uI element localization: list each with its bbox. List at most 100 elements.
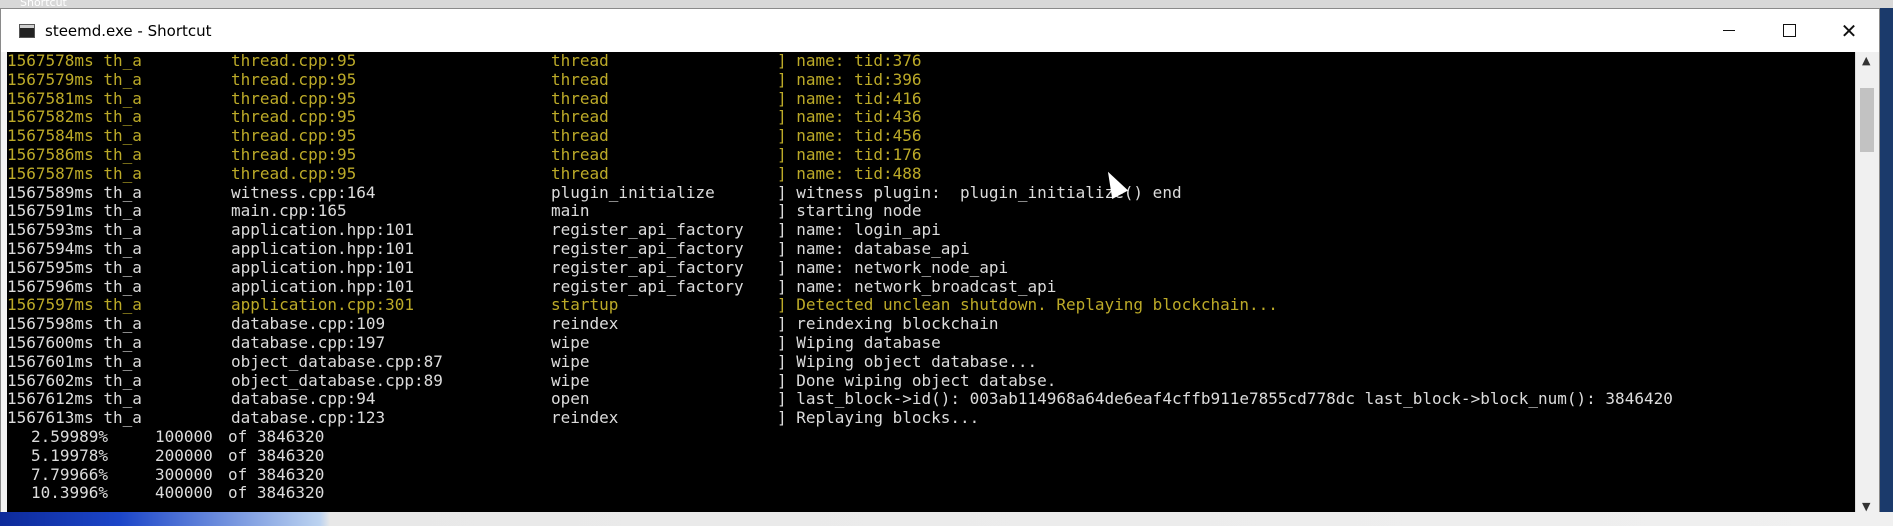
close-icon: ✕ <box>1840 18 1858 43</box>
log-method: register_api_factory <box>551 220 744 240</box>
log-method: main <box>551 201 590 221</box>
progress-count: 200000 <box>155 445 213 465</box>
console-output[interactable]: 1567578ms th_a thread.cpp:95 thread ] name:… <box>7 52 1857 516</box>
log-source-file: application.hpp:101 <box>231 276 415 296</box>
log-method: reindex <box>551 408 619 428</box>
log-source-file: thread.cpp:95 <box>231 69 357 89</box>
log-line: 1567582ms th_a thread.cpp:95 thread] name:… <box>7 108 1857 127</box>
log-message: ] name: network_broadcast_api <box>777 276 1057 296</box>
log-source-file: application.cpp:301 <box>231 295 415 315</box>
log-method: register_api_factory <box>551 257 744 277</box>
title-bar[interactable]: steemd.exe - Shortcut ✕ <box>1 9 1879 52</box>
log-message: ] Wiping database <box>777 332 941 352</box>
log-source-file: database.cpp:197 <box>231 332 386 352</box>
log-source-file: object_database.cpp:89 <box>231 370 443 390</box>
vertical-scrollbar[interactable]: ▲ ▼ <box>1855 52 1879 516</box>
progress-total: of 3846320 <box>228 483 325 503</box>
log-line: 1567601ms th_a object_database.cpp:87 wipe… <box>7 351 1857 372</box>
log-line: 1567612ms th_a database.cpp:94 open] last_… <box>7 390 1857 409</box>
log-line: 1567587ms th_a thread.cpp:95 thread] name:… <box>7 163 1857 184</box>
log-message: ] name: tid:436 <box>777 107 922 127</box>
scroll-up-icon[interactable]: ▲ <box>1862 54 1870 67</box>
progress-percent: 10.3996% <box>31 483 109 503</box>
log-method: thread <box>551 52 609 70</box>
log-line: 1567613ms th_a database.cpp:123 reindex] R… <box>7 408 1857 428</box>
log-message: ] name: tid:456 <box>777 126 922 146</box>
log-message: ] Done wiping object databse. <box>777 370 1057 390</box>
log-source-file: application.hpp:101 <box>231 238 415 258</box>
log-line: 1567591ms th_a main.cpp:165 main] starting… <box>7 202 1857 221</box>
log-method: thread <box>551 107 609 127</box>
log-message: ] name: tid:396 <box>777 69 922 89</box>
log-method: reindex <box>551 314 619 334</box>
progress-line: 7.79966% 300000 of 3846320 <box>7 464 1857 485</box>
log-method: thread <box>551 126 609 146</box>
log-timestamp: 1567578ms th_a <box>7 52 142 70</box>
log-message: ] Wiping object database... <box>777 351 1038 371</box>
log-message: ] last_block->id(): 003ab114968a64de6eaf… <box>777 389 1673 409</box>
log-message: ] name: database_api <box>777 238 970 258</box>
log-method: register_api_factory <box>551 238 744 258</box>
log-source-file: thread.cpp:95 <box>231 52 357 70</box>
progress-percent: 7.79966% <box>31 464 109 484</box>
minimize-button[interactable] <box>1699 9 1759 52</box>
progress-count: 300000 <box>155 464 213 484</box>
log-message: ] name: tid:416 <box>777 88 922 108</box>
desktop-top-strip: Shortcut <box>0 0 1893 9</box>
log-source-file: database.cpp:109 <box>231 314 386 334</box>
log-timestamp: 1567586ms th_a <box>7 144 142 164</box>
log-method: thread <box>551 163 609 183</box>
progress-line: 2.59989% 100000 of 3846320 <box>7 426 1857 447</box>
log-timestamp: 1567612ms th_a <box>7 389 142 409</box>
log-source-file: application.hpp:101 <box>231 257 415 277</box>
log-timestamp: 1567582ms th_a <box>7 107 142 127</box>
log-line: 1567581ms th_a thread.cpp:95 thread ] name:… <box>7 88 1857 109</box>
log-method: register_api_factory <box>551 276 744 296</box>
log-timestamp: 1567598ms th_a <box>7 314 142 334</box>
log-method: plugin_initialize <box>551 182 715 202</box>
maximize-button[interactable] <box>1759 9 1819 52</box>
log-timestamp: 1567581ms th_a <box>7 88 142 108</box>
progress-percent: 2.59989% <box>31 426 109 446</box>
log-message: ] Detected unclean shutdown. Replaying b… <box>777 295 1278 315</box>
maximize-icon <box>1782 24 1796 37</box>
log-source-file: thread.cpp:95 <box>231 163 357 183</box>
progress-percent: 5.19978% <box>31 445 109 465</box>
log-line: 1567593ms th_a application.hpp:101 registe… <box>7 220 1857 240</box>
console-window[interactable]: steemd.exe - Shortcut ✕ 1567578ms th_ath… <box>0 8 1880 516</box>
log-message: ] name: tid:488 <box>777 163 922 183</box>
log-line: 1567596ms th_a application.hpp:101 registe… <box>7 276 1857 297</box>
progress-count: 400000 <box>155 483 213 503</box>
progress-count: 100000 <box>155 426 213 446</box>
log-line: 1567600ms th_a database.cpp:197 wipe] Wipi… <box>7 332 1857 353</box>
log-method: wipe <box>551 351 590 371</box>
log-source-file: thread.cpp:95 <box>231 144 357 164</box>
log-message: ] reindexing blockchain <box>777 314 999 334</box>
log-line: 1567594ms th_a application.hpp:101 registe… <box>7 238 1857 259</box>
scrollbar-thumb[interactable] <box>1860 88 1874 152</box>
log-source-file: application.hpp:101 <box>231 220 415 240</box>
log-source-file: thread.cpp:95 <box>231 88 357 108</box>
log-line: 1567597ms th_a application.cpp:301 startup… <box>7 296 1857 315</box>
log-line: 1567602ms th_a object_database.cpp:89 wipe… <box>7 370 1857 391</box>
log-timestamp: 1567595ms th_a <box>7 257 142 277</box>
log-method: thread <box>551 69 609 89</box>
log-timestamp: 1567602ms th_a <box>7 370 142 390</box>
log-source-file: witness.cpp:164 <box>231 182 376 202</box>
log-timestamp: 1567593ms th_a <box>7 220 142 240</box>
log-source-file: main.cpp:165 <box>231 201 347 221</box>
log-timestamp: 1567613ms th_a <box>7 408 142 428</box>
log-timestamp: 1567579ms th_a <box>7 69 142 89</box>
log-method: wipe <box>551 370 590 390</box>
log-method: thread <box>551 88 609 108</box>
log-timestamp: 1567601ms th_a <box>7 351 142 371</box>
close-button[interactable]: ✕ <box>1819 9 1879 52</box>
log-timestamp: 1567597ms th_a <box>7 295 142 315</box>
log-timestamp: 1567589ms th_a <box>7 182 142 202</box>
log-timestamp: 1567600ms th_a <box>7 332 142 352</box>
log-source-file: object_database.cpp:87 <box>231 351 443 371</box>
log-method: open <box>551 389 590 409</box>
console-app-icon[interactable] <box>19 23 35 38</box>
log-timestamp: 1567584ms th_a <box>7 126 142 146</box>
progress-total: of 3846320 <box>228 445 325 465</box>
